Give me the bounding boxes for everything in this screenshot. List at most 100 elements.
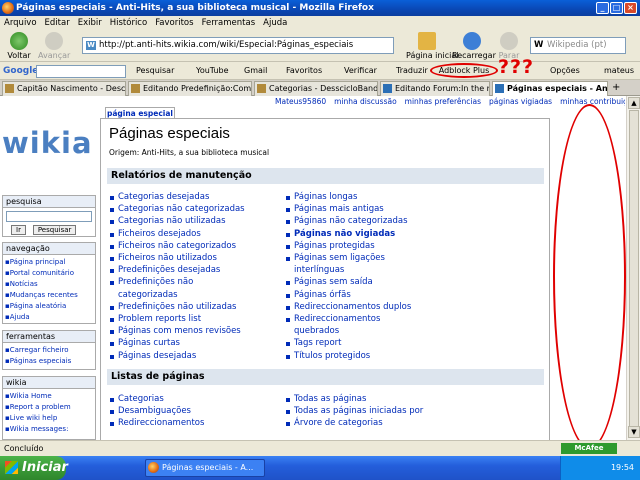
- menu-ajuda[interactable]: Ajuda: [259, 16, 291, 30]
- list-item[interactable]: Categorias: [109, 393, 279, 405]
- menu-ferramentas[interactable]: Ferramentas: [198, 16, 260, 30]
- vertical-scrollbar[interactable]: ▲ ▼: [626, 96, 640, 440]
- sidebar-search-input[interactable]: [6, 211, 92, 222]
- list-item[interactable]: Todas as páginas: [285, 393, 485, 405]
- list-item[interactable]: Categorias não categorizadas: [109, 203, 279, 215]
- list-item[interactable]: Predefinições não utilizadas: [109, 301, 279, 313]
- site-favicon-icon: W: [86, 41, 96, 50]
- scroll-up-icon[interactable]: ▲: [628, 97, 640, 109]
- list-item[interactable]: Todas as páginas iniciadas por: [285, 405, 485, 417]
- user-link-preferences[interactable]: minhas preferências: [405, 97, 481, 106]
- menu-editar[interactable]: Editar: [41, 16, 74, 30]
- user-link-username[interactable]: Mateus95860: [275, 97, 326, 106]
- list-item[interactable]: Ficheiros não categorizados: [109, 240, 279, 252]
- close-button[interactable]: ×: [624, 2, 637, 14]
- menu-exibir[interactable]: Exibir: [74, 16, 106, 30]
- adblock-plus-button[interactable]: Adblock Plus: [430, 63, 498, 78]
- google-logo: Google: [3, 66, 39, 76]
- google-search-button[interactable]: Pesquisar: [136, 62, 174, 80]
- favorites-button[interactable]: Favoritos: [286, 62, 322, 80]
- forward-button[interactable]: Avançar: [38, 30, 70, 60]
- sidebar-go-button[interactable]: Ir: [11, 225, 26, 235]
- sidebar-item-news[interactable]: Notícias: [5, 279, 93, 290]
- menu-arquivo[interactable]: Arquivo: [0, 16, 41, 30]
- list-item[interactable]: Redireccionamentos: [109, 417, 279, 429]
- list-item[interactable]: Páginas mais antigas: [285, 203, 415, 215]
- youtube-button[interactable]: YouTube: [196, 62, 229, 80]
- list-item[interactable]: Desambiguações: [109, 405, 279, 417]
- list-item[interactable]: Predefinições não categorizadas: [109, 276, 199, 300]
- spellcheck-button[interactable]: Verificar: [344, 62, 377, 80]
- gmail-button[interactable]: Gmail: [244, 62, 267, 80]
- list-item[interactable]: Páginas curtas: [109, 337, 279, 349]
- sidebar-item-upload-file[interactable]: Carregar ficheiro: [5, 345, 93, 356]
- google-account-button[interactable]: mateus: [604, 62, 634, 80]
- sidebar-item-special-pages[interactable]: Páginas especiais: [5, 356, 93, 367]
- list-item[interactable]: Páginas sem saída: [285, 276, 415, 288]
- list-item[interactable]: Redireccionamentos duplos: [285, 301, 415, 313]
- search-engine-input[interactable]: W Wikipedia (pt): [530, 37, 626, 54]
- tab-label: Editando Predefinição:Com...: [143, 84, 252, 93]
- home-button[interactable]: Página inicial: [406, 30, 458, 60]
- list-item[interactable]: Redireccionamentos quebrados: [285, 313, 415, 337]
- back-button[interactable]: Voltar: [4, 30, 34, 60]
- list-item[interactable]: Predefinições desejadas: [109, 264, 279, 276]
- add-tab-icon[interactable]: +: [612, 82, 620, 93]
- taskbar-firefox-window[interactable]: Páginas especiais - A...: [145, 459, 265, 477]
- scroll-down-icon[interactable]: ▼: [628, 426, 640, 438]
- menu-historico[interactable]: Histórico: [106, 16, 151, 30]
- sidebar-item-community-portal[interactable]: Portal comunitário: [5, 268, 93, 279]
- google-search-input[interactable]: [36, 65, 126, 78]
- translate-button[interactable]: Traduzir: [396, 62, 428, 80]
- sidebar-item-recent-changes[interactable]: Mudanças recentes: [5, 290, 93, 301]
- list-item[interactable]: Categorias desejadas: [109, 191, 279, 203]
- page-content: Mateus95860 minha discussão minhas preferê…: [0, 96, 626, 440]
- scroll-thumb[interactable]: [629, 110, 639, 430]
- clock[interactable]: 19:54: [611, 463, 634, 472]
- tab-3[interactable]: Categorias - DesscicloBandic...: [254, 81, 378, 96]
- options-button[interactable]: Opções: [550, 62, 580, 80]
- list-item[interactable]: Páginas desejadas: [109, 350, 279, 362]
- tab-1[interactable]: Capitão Nascimento - Desci...: [2, 81, 126, 96]
- list-item[interactable]: Páginas longas: [285, 191, 415, 203]
- list-item[interactable]: Árvore de categorias: [285, 417, 485, 429]
- minimize-button[interactable]: _: [596, 2, 609, 14]
- user-link-watchlist[interactable]: páginas vigiadas: [489, 97, 552, 106]
- sidebar-item-random-page[interactable]: Página aleatória: [5, 301, 93, 312]
- list-item[interactable]: Páginas órfãs: [285, 289, 415, 301]
- sidebar-item-help[interactable]: Ajuda: [5, 312, 93, 323]
- tab-4[interactable]: Editando Forum:In the mon...: [380, 81, 490, 96]
- tab-2[interactable]: Editando Predefinição:Com...: [128, 81, 252, 96]
- start-button[interactable]: Iniciar: [0, 456, 68, 480]
- sidebar-item-main-page[interactable]: Página principal: [5, 257, 93, 268]
- list-item[interactable]: Páginas sem ligações interlínguas: [285, 252, 390, 276]
- list-item[interactable]: Páginas protegidas: [285, 240, 415, 252]
- list-item[interactable]: Problem reports list: [109, 313, 279, 325]
- list-item[interactable]: Títulos protegidos: [285, 350, 415, 362]
- sidebar-search-button[interactable]: Pesquisar: [32, 225, 77, 235]
- maximize-button[interactable]: □: [610, 2, 623, 14]
- list-item[interactable]: Ficheiros não utilizados: [109, 252, 279, 264]
- sidebar-item-live-help[interactable]: Live wiki help: [5, 413, 93, 424]
- list-item[interactable]: Tags report: [285, 337, 415, 349]
- list-item[interactable]: Páginas não categorizadas: [285, 215, 410, 227]
- menu-favoritos[interactable]: Favoritos: [151, 16, 197, 30]
- sidebar-item-report-problem[interactable]: Report a problem: [5, 402, 93, 413]
- menu-bar: Arquivo Editar Exibir Histórico Favoritos Fer…: [0, 16, 640, 30]
- sidebar-item-wikia-messages[interactable]: Wikia messages:: [5, 424, 93, 435]
- window-title-bar[interactable]: Páginas especiais - Anti-Hits, a sua bib…: [0, 0, 640, 16]
- list-item[interactable]: Ficheiros desejados: [109, 228, 279, 240]
- tab-active[interactable]: Páginas especiais - Anti...: [492, 81, 608, 96]
- home-icon: [418, 32, 436, 50]
- list-item[interactable]: Páginas com menos revisões: [109, 325, 279, 337]
- list-item[interactable]: Categorias não utilizadas: [109, 215, 279, 227]
- list-item[interactable]: Páginas não vigiadas: [285, 228, 415, 240]
- tab-label: Páginas especiais - Anti...: [507, 84, 608, 93]
- url-bar[interactable]: W http://pt.anti-hits.wikia.com/wiki/Esp…: [82, 37, 394, 54]
- taskbar-task-label: Páginas especiais - A...: [162, 463, 254, 472]
- sidebar-item-wikia-home[interactable]: Wikia Home: [5, 391, 93, 402]
- user-link-talk[interactable]: minha discussão: [334, 97, 397, 106]
- mcafee-badge[interactable]: McAfee: [561, 443, 617, 454]
- reload-button[interactable]: Recarregar: [452, 30, 496, 60]
- wikia-logo[interactable]: wikia: [2, 126, 93, 160]
